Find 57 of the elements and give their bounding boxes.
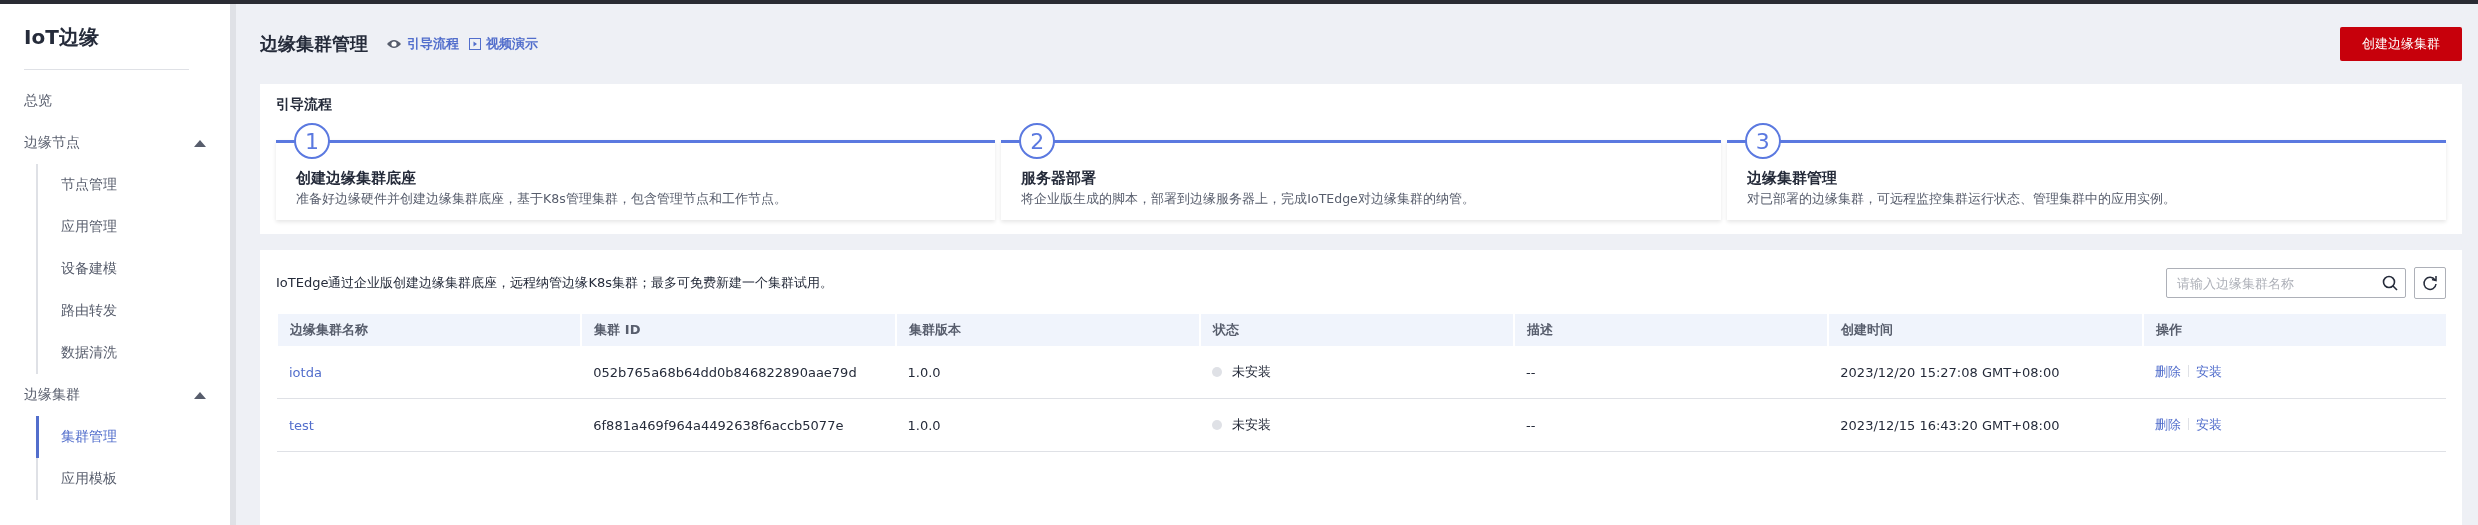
header-link[interactable]: 视频演示 [469,35,538,53]
column-header: 描述 [1514,314,1829,346]
step-number: 3 [1744,123,1781,159]
table-cell: -- [1514,346,1829,399]
header-link[interactable]: 引导流程 [386,35,459,53]
section-title: 引导流程 [276,96,333,114]
table-cell: -- [1514,398,1829,452]
action-link[interactable]: 安装 [2195,364,2222,379]
step-description: 将企业版生成的脚本，部署到边缘服务器上，完成IoTEdge对边缘集群的纳管。 [1021,191,1476,208]
status-dot [1211,367,1222,377]
notice-text: IoTEdge通过企业版创建边缘集群底座，远程纳管边缘K8s集群；最多可免费新建一个集群试用。 [276,274,834,292]
column-header: 状态 [1199,314,1515,346]
table-cell: 1.0.0 [895,398,1200,452]
status-dot [1211,420,1222,430]
column-header: 创建时间 [1828,314,2143,346]
step-number: 2 [1019,123,1056,159]
step-title: 服务器部署 [1021,169,1098,188]
sidebar-title: IoT边缘 [24,4,189,70]
action-link[interactable]: 删除 [2154,364,2181,379]
sidebar-item[interactable]: 应用管理 [36,206,206,248]
sidebar-item[interactable]: 集群管理 [36,416,206,458]
eye-icon [386,38,402,50]
sidebar-item[interactable]: 边缘节点 [24,134,80,152]
sidebar-item[interactable]: 应用模板 [36,458,206,500]
search-icon [2382,275,2398,291]
status-text: 未安装 [1231,363,1271,381]
step-description: 对已部署的边缘集群，可远程监控集群运行状态、管理集群中的应用实例。 [1746,191,2177,208]
create-cluster-button[interactable]: 创建边缘集群 [2340,27,2462,61]
table-cell: 052b765a68b64dd0b846822890aae79d [581,346,896,399]
column-header: 操作 [2142,314,2446,346]
column-header: 边缘集群名称 [277,314,582,346]
action-link[interactable]: 删除 [2154,417,2181,432]
sidebar-item[interactable]: 边缘集群 [24,386,80,404]
cluster-name-link[interactable]: iotda [289,364,322,380]
status-text: 未安装 [1231,416,1271,434]
action-link[interactable]: 安装 [2195,417,2222,432]
table-cell: 1.0.0 [895,346,1200,399]
refresh-button[interactable] [2414,267,2446,299]
sidebar-item[interactable]: 节点管理 [36,164,206,206]
sidebar-item[interactable]: 总览 [24,92,52,110]
column-header: 集群版本 [895,314,1200,346]
sidebar-item[interactable]: 数据清洗 [36,332,206,374]
table-cell: 2023/12/15 16:43:20 GMT+08:00 [1828,398,2143,452]
refresh-icon [2422,275,2438,291]
step-title: 边缘集群管理 [1746,169,1838,188]
step-number: 1 [294,123,330,159]
table-cell: 6f881a469f964a4492638f6accb5077e [581,398,896,452]
page-title: 边缘集群管理 [260,32,368,56]
step-title: 创建边缘集群底座 [296,169,417,188]
sidebar-item[interactable]: 设备建模 [36,248,206,290]
step-description: 准备好边缘硬件并创建边缘集群底座，基于K8s管理集群，包含管理节点和工作节点。 [296,191,788,208]
search-field[interactable]: 请输入边缘集群名称 [2166,268,2406,298]
play-icon [469,38,481,50]
cluster-name-link[interactable]: test [289,417,314,433]
table-cell: 2023/12/20 15:27:08 GMT+08:00 [1828,346,2143,399]
column-header: 集群 ID [581,314,896,346]
sidebar-item[interactable]: 路由转发 [36,290,206,332]
